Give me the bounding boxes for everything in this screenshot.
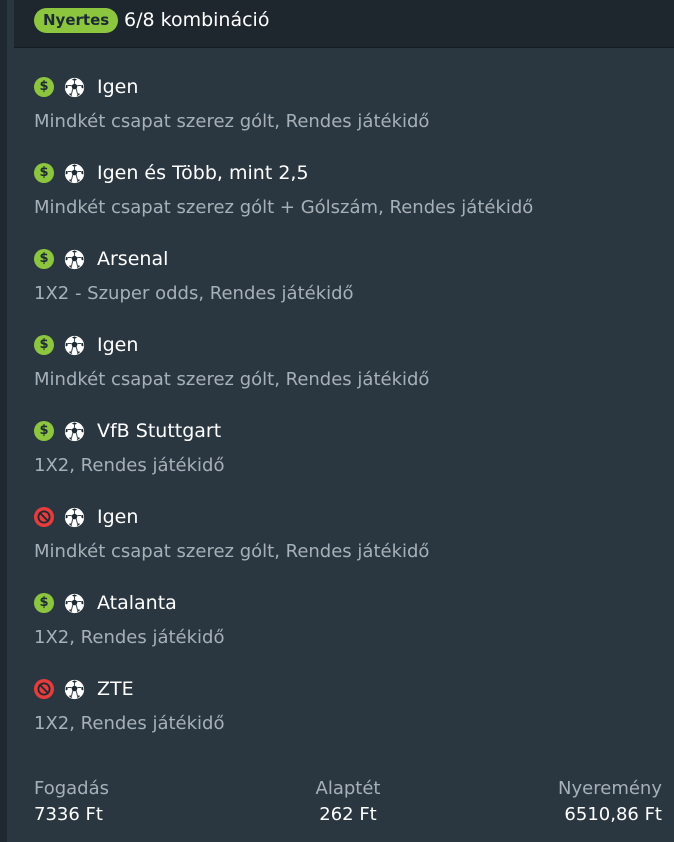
bet-slip-header: Nyertes 6/8 kombináció bbox=[14, 0, 674, 48]
base-stake-label: Alaptét bbox=[315, 778, 381, 799]
selection-market: 1X2, Rendes játékidő bbox=[34, 713, 225, 734]
selection-market: Mindkét csapat szerez gólt, Rendes játék… bbox=[34, 369, 430, 390]
soccer-ball-icon bbox=[64, 593, 85, 614]
base-stake-value: 262 Ft bbox=[319, 804, 377, 825]
winnings-block: Nyeremény 6510,86 Ft bbox=[558, 776, 662, 828]
bet-summary: Fogadás 7336 Ft Alaptét 262 Ft Nyeremény… bbox=[7, 776, 674, 836]
dollar-icon: $ bbox=[34, 163, 54, 183]
soccer-ball-icon bbox=[64, 249, 85, 270]
combination-label: 6/8 kombináció bbox=[124, 9, 270, 31]
dollar-icon: $ bbox=[34, 593, 54, 613]
selection-item: $ Igen Mindkét csapat szerez gólt, Rendes … bbox=[7, 76, 674, 163]
soccer-ball-icon bbox=[64, 679, 85, 700]
selection-item: $ Igen Mindkét csapat szerez gólt, Rendes … bbox=[7, 334, 674, 421]
selection-pick: Igen bbox=[97, 334, 139, 356]
selection-item: ZTE 1X2, Rendes játékidő bbox=[7, 678, 674, 765]
selection-market: Mindkét csapat szerez gólt, Rendes játék… bbox=[34, 111, 430, 132]
selection-market: 1X2 - Szuper odds, Rendes játékidő bbox=[34, 283, 354, 304]
selection-market: 1X2, Rendes játékidő bbox=[34, 455, 225, 476]
stake-value: 7336 Ft bbox=[34, 804, 103, 825]
winnings-value: 6510,86 Ft bbox=[564, 804, 662, 825]
no-money-icon bbox=[34, 679, 54, 699]
winnings-label: Nyeremény bbox=[558, 778, 662, 799]
selection-pick: Igen bbox=[97, 506, 139, 528]
dollar-icon: $ bbox=[34, 249, 54, 269]
soccer-ball-icon bbox=[64, 421, 85, 442]
no-money-icon bbox=[34, 507, 54, 527]
selection-market: Mindkét csapat szerez gólt + Gólszám, Re… bbox=[34, 197, 534, 218]
status-badge: Nyertes bbox=[34, 8, 119, 33]
selection-pick: Igen és Több, mint 2,5 bbox=[97, 162, 309, 184]
dollar-icon: $ bbox=[34, 335, 54, 355]
soccer-ball-icon bbox=[64, 507, 85, 528]
selection-pick: VfB Stuttgart bbox=[97, 420, 222, 442]
selection-item: $ Atalanta 1X2, Rendes játékidő bbox=[7, 592, 674, 679]
soccer-ball-icon bbox=[64, 163, 85, 184]
selection-item: Igen Mindkét csapat szerez gólt, Rendes j… bbox=[7, 506, 674, 593]
selection-pick: ZTE bbox=[97, 678, 134, 700]
stake-block: Fogadás 7336 Ft bbox=[34, 776, 109, 828]
soccer-ball-icon bbox=[64, 77, 85, 98]
selection-market: 1X2, Rendes játékidő bbox=[34, 627, 225, 648]
selection-pick: Atalanta bbox=[97, 592, 177, 614]
selection-item: $ Arsenal 1X2 - Szuper odds, Rendes játéki… bbox=[7, 248, 674, 335]
selection-market: Mindkét csapat szerez gólt, Rendes játék… bbox=[34, 541, 430, 562]
selection-pick: Igen bbox=[97, 76, 139, 98]
selection-pick: Arsenal bbox=[97, 248, 169, 270]
bet-slip-card: Nyertes 6/8 kombináció $ Igen Mindkét csap… bbox=[0, 0, 674, 842]
dollar-icon: $ bbox=[34, 421, 54, 441]
selection-item: $ VfB Stuttgart 1X2, Rendes játékidő bbox=[7, 420, 674, 507]
stake-label: Fogadás bbox=[34, 778, 110, 799]
selection-item: $ Igen és Több, mint 2,5 Mindkét csapat sz… bbox=[7, 162, 674, 249]
base-stake-block: Alaptét 262 Ft bbox=[281, 776, 415, 828]
dollar-icon: $ bbox=[34, 77, 54, 97]
soccer-ball-icon bbox=[64, 335, 85, 356]
